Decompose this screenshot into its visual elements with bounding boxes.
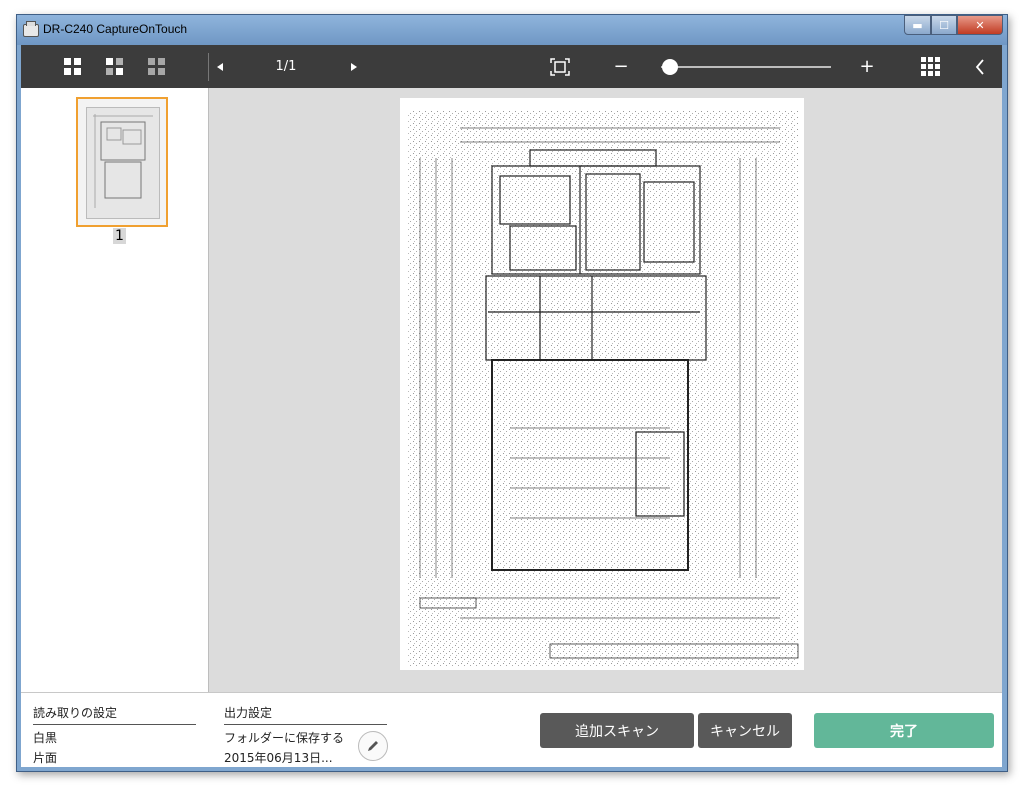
thumbnail-label: 1: [113, 228, 126, 244]
close-button[interactable]: ✕: [957, 15, 1003, 35]
divider: [33, 724, 196, 725]
app-window: DR-C240 CaptureOnTouch ▬ ☐ ✕ 1/1 − + 1 読…: [16, 14, 1008, 772]
window-controls: ▬ ☐ ✕: [904, 15, 1003, 35]
thumbnail-image: [86, 107, 160, 219]
fit-page-icon[interactable]: [548, 45, 572, 88]
minimize-button[interactable]: ▬: [904, 15, 931, 35]
zoom-slider[interactable]: [661, 45, 831, 88]
maximize-button[interactable]: ☐: [931, 15, 957, 35]
zoom-out-button[interactable]: −: [613, 45, 629, 88]
window-title: DR-C240 CaptureOnTouch: [43, 22, 188, 36]
large-grid-icon[interactable]: [61, 45, 83, 88]
chevron-left-icon[interactable]: [971, 45, 989, 88]
additional-scan-button[interactable]: 追加スキャン: [540, 713, 694, 748]
color-mode-value: 白黒: [33, 731, 58, 745]
toolbar: 1/1 − +: [21, 45, 1002, 88]
page-indicator: 1/1: [275, 59, 297, 74]
scan-side-value: 片面: [33, 751, 58, 765]
output-settings-title: 出力設定: [224, 706, 273, 720]
floor-plan-image: [408, 110, 799, 666]
output-filename-value: 2015年06月13日...: [224, 751, 333, 765]
cancel-button[interactable]: キャンセル: [698, 713, 792, 748]
done-button[interactable]: 完了: [814, 713, 994, 748]
client-area: 1/1 − + 1 読み取りの設定 白黒 片面 出力設定 フォルダーに保存する …: [21, 45, 1002, 767]
scanner-icon: [23, 21, 39, 37]
edit-output-button[interactable]: [358, 731, 388, 761]
title-bar[interactable]: DR-C240 CaptureOnTouch ▬ ☐ ✕: [17, 15, 1007, 45]
zoom-slider-handle: [662, 58, 678, 75]
next-page-icon[interactable]: [347, 45, 361, 88]
divider: [224, 724, 387, 725]
output-method-value: フォルダーに保存する: [224, 731, 345, 745]
page-thumbnail[interactable]: [76, 97, 168, 227]
page-preview-area[interactable]: [209, 88, 1002, 692]
toolbar-divider: [208, 53, 209, 81]
medium-grid-icon[interactable]: [103, 45, 125, 88]
prev-page-icon[interactable]: [213, 45, 227, 88]
pencil-icon: [368, 741, 378, 751]
scan-settings-title: 読み取りの設定: [33, 706, 118, 720]
apps-grid-icon[interactable]: [919, 45, 941, 88]
small-grid-icon[interactable]: [145, 45, 167, 88]
thumbnail-pane: 1: [21, 88, 209, 692]
zoom-in-button[interactable]: +: [859, 45, 875, 88]
bottom-panel: 読み取りの設定 白黒 片面 出力設定 フォルダーに保存する 2015年06月13…: [21, 692, 1002, 767]
scanned-page: [400, 98, 804, 670]
